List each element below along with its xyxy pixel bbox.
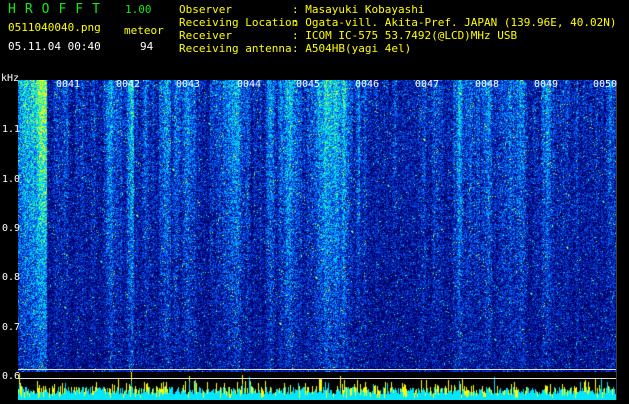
freq-tick-label: 0.8 — [2, 272, 21, 283]
signal-level-canvas — [18, 372, 616, 400]
file-name: 0511040040.png — [8, 21, 101, 34]
meteor-label: meteor — [124, 24, 164, 37]
info-key: Receiving antenna — [179, 42, 292, 55]
band-limit-line-lower — [18, 378, 616, 379]
time-tick-label: 0041 — [56, 79, 81, 90]
header-panel: HROFFT 1.00 0511040040.png 05.11.04 00:4… — [0, 0, 629, 80]
info-key: Receiver — [179, 29, 232, 42]
time-tick-label: 0047 — [415, 79, 440, 90]
spectrogram-canvas — [18, 80, 616, 372]
info-key: Observer — [179, 3, 232, 16]
freq-tick-label: 0.7 — [2, 322, 21, 333]
freq-unit-label: kHz — [1, 73, 20, 84]
freq-tick-label: 1.0 — [2, 174, 21, 185]
app-version: 1.00 — [125, 3, 152, 16]
time-tick-label: 0048 — [475, 79, 500, 90]
app-name: HROFFT — [8, 2, 109, 17]
info-row-location: Receiving Location: Ogata-vill. Akita-Pr… — [179, 16, 617, 29]
time-tick-label: 0045 — [296, 79, 321, 90]
freq-tick-label: 0.6 — [2, 371, 21, 382]
info-row-observer: Observer : Masayuki Kobayashi — [179, 3, 617, 16]
time-tick-label: 0050 — [593, 79, 618, 90]
time-tick-label: 0042 — [116, 79, 141, 90]
time-tick-label: 0049 — [534, 79, 559, 90]
signal-level-strip — [18, 372, 616, 400]
station-info: Observer : Masayuki Kobayashi Receiving L… — [179, 3, 617, 55]
info-value: : Masayuki Kobayashi — [292, 3, 425, 16]
time-tick-label: 0046 — [355, 79, 380, 90]
freq-tick-label: 0.9 — [2, 223, 21, 234]
band-limit-line-upper — [18, 369, 616, 370]
info-value: : ICOM IC-575 53.7492(@LCD)MHz USB — [292, 29, 518, 42]
meteor-count: 94 — [140, 40, 154, 53]
info-row-receiver: Receiver : ICOM IC-575 53.7492(@LCD)MHz U… — [179, 29, 617, 42]
plot-right-border — [616, 80, 617, 400]
timestamp: 05.11.04 00:40 — [8, 40, 101, 53]
time-tick-label: 0044 — [237, 79, 262, 90]
spectrogram-plot — [18, 80, 616, 372]
info-row-antenna: Receiving antenna: A504HB(yagi 4el) — [179, 42, 617, 55]
info-key: Receiving Location — [179, 16, 299, 29]
time-tick-label: 0043 — [176, 79, 201, 90]
info-value: : Ogata-vill. Akita-Pref. JAPAN (139.96E… — [292, 16, 617, 29]
freq-tick-label: 1.1 — [2, 124, 21, 135]
info-value: : A504HB(yagi 4el) — [292, 42, 412, 55]
